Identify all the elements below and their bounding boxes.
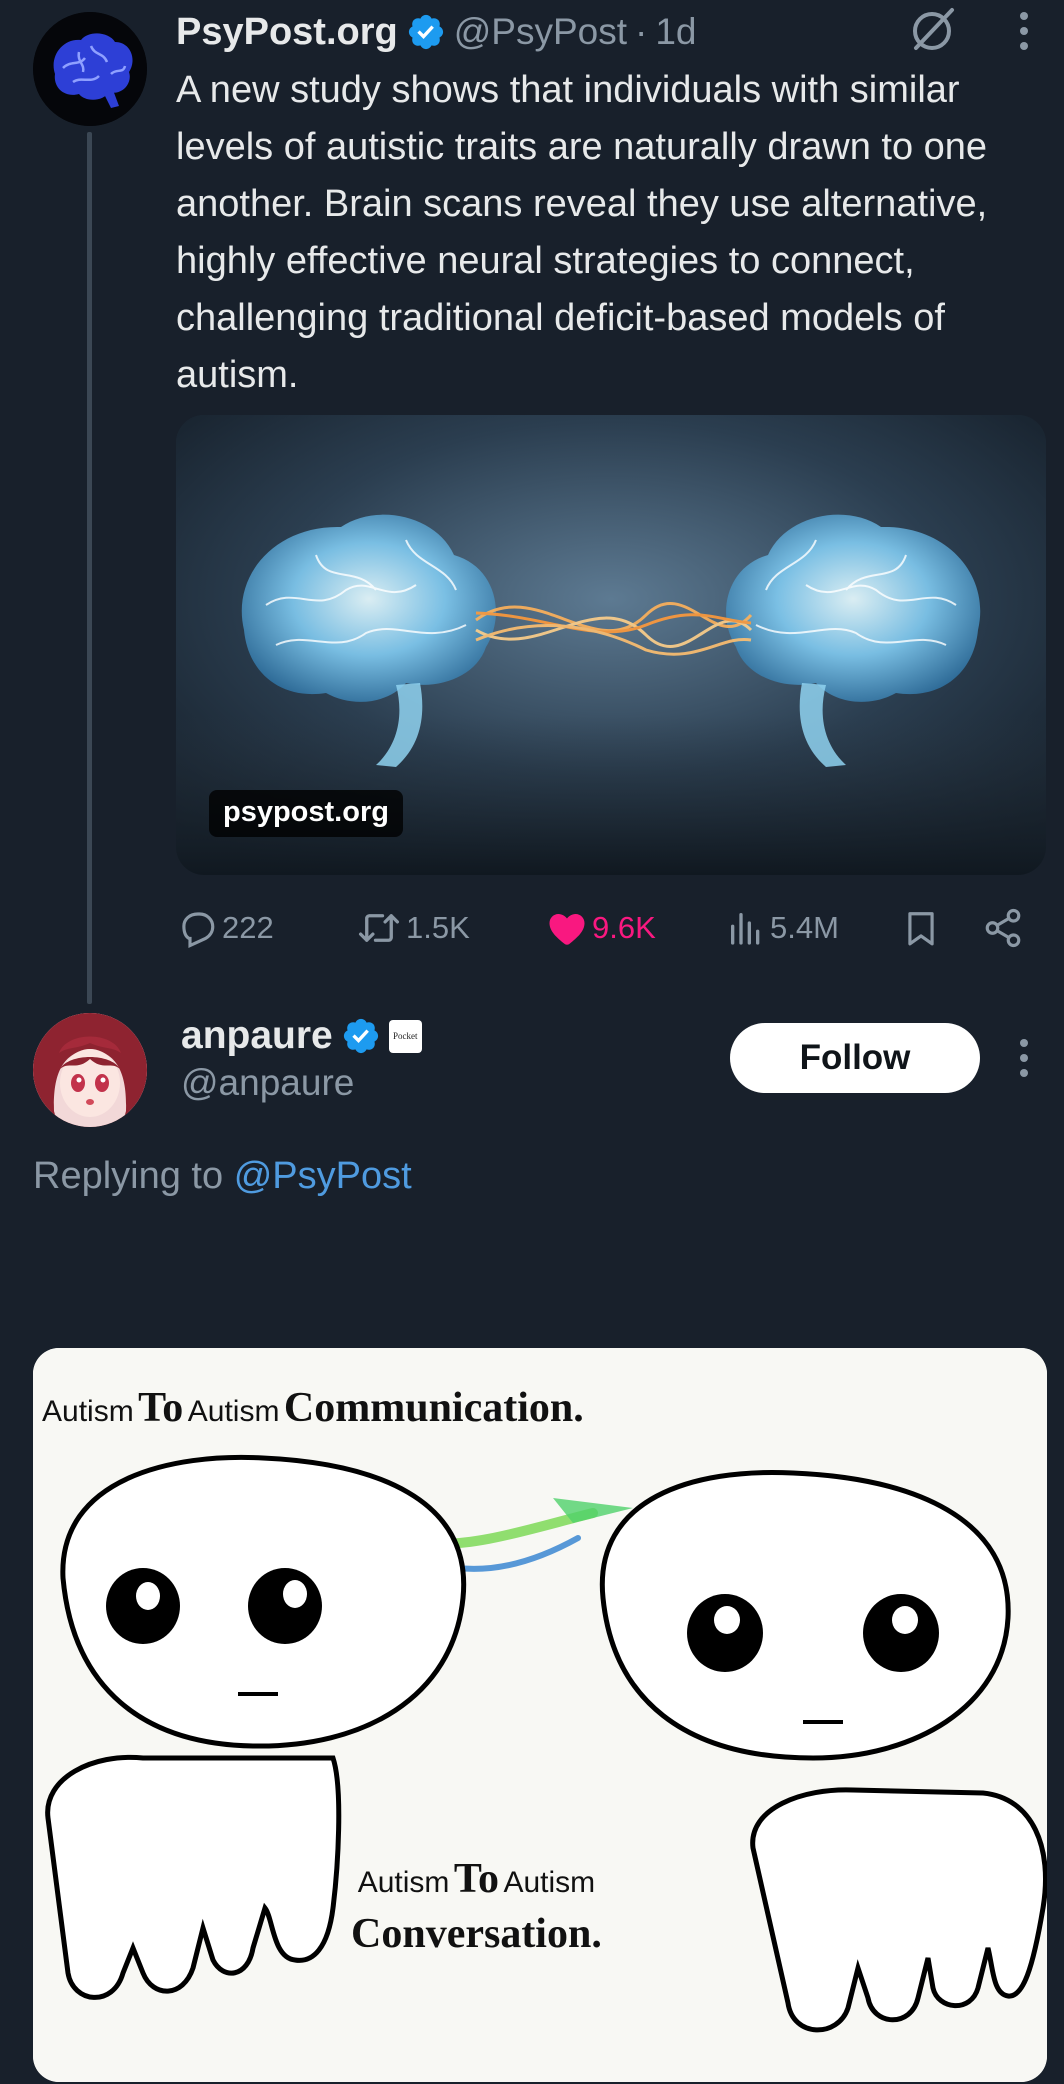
meme-drawing — [33, 1348, 1047, 2082]
like-button[interactable]: 9.6K — [546, 898, 656, 958]
anime-avatar-icon — [33, 1013, 147, 1127]
bookmark-icon — [908, 912, 934, 946]
more-options-icon[interactable] — [1009, 4, 1039, 58]
anpaure-avatar[interactable] — [33, 1013, 147, 1127]
repost-icon — [358, 914, 400, 942]
views-chart-icon — [731, 913, 760, 945]
tweet-header: PsyPost.org @PsyPost · 1d — [176, 6, 697, 58]
meme-caption-top: Autism To Autism Communication. — [42, 1384, 584, 1432]
affiliate-badge[interactable]: Pocket — [388, 1019, 422, 1053]
tweet-time[interactable]: 1d — [655, 11, 696, 53]
meme-word: Autism — [357, 1866, 450, 1899]
author-name[interactable]: PsyPost.org — [176, 11, 398, 54]
share-icon — [985, 908, 1021, 948]
meme-word: To — [453, 1856, 499, 1902]
verified-badge-icon — [408, 14, 443, 50]
heart-filled-icon — [549, 914, 585, 945]
meme-word: Autism — [42, 1395, 134, 1428]
like-count: 9.6K — [592, 910, 656, 945]
reply-button[interactable]: 222 — [176, 898, 274, 958]
replying-to: Replying to @PsyPost — [33, 1155, 412, 1198]
card-domain-label: psypost.org — [209, 790, 403, 837]
meme-caption-middle: Autism To Autism Conversation. — [351, 1856, 602, 1957]
reply-author-name[interactable]: anpaure — [181, 1014, 333, 1058]
meme-word: To — [138, 1385, 184, 1431]
share-button[interactable] — [982, 898, 1028, 958]
reply-author-handle[interactable]: @anpaure — [181, 1062, 354, 1104]
repost-button[interactable]: 1.5K — [356, 898, 470, 958]
psypost-avatar[interactable] — [33, 12, 147, 126]
meme-word: Autism — [503, 1866, 596, 1899]
views-button[interactable]: 5.4M — [726, 898, 839, 958]
replying-to-label: Replying to — [33, 1155, 224, 1197]
tweet-text: A new study shows that individuals with … — [176, 69, 988, 396]
reply-count: 222 — [222, 910, 274, 945]
meme-word: Conversation. — [351, 1911, 602, 1957]
brain-logo-icon — [33, 12, 147, 126]
meme-word: Communication. — [283, 1385, 584, 1431]
meme-word: Autism — [187, 1395, 280, 1428]
verified-badge-icon — [343, 1018, 378, 1054]
author-handle[interactable]: @PsyPost — [454, 11, 627, 53]
reply-icon — [182, 912, 215, 948]
separator-dot: · — [635, 11, 648, 52]
link-card[interactable]: psypost.org — [176, 415, 1046, 875]
grok-icon[interactable] — [908, 4, 958, 54]
reply-header: anpaure Pocket — [181, 1010, 422, 1062]
more-options-icon[interactable] — [1009, 1031, 1039, 1085]
replying-to-mention[interactable]: @PsyPost — [234, 1155, 412, 1197]
follow-button[interactable]: Follow — [730, 1023, 980, 1093]
repost-count: 1.5K — [406, 910, 470, 945]
bookmark-button[interactable] — [902, 898, 944, 958]
reply-meme-image[interactable]: Autism To Autism Communication. Autism T… — [33, 1348, 1047, 2082]
action-bar: 222 1.5K 9.6K 5.4M — [176, 898, 1056, 958]
view-count: 5.4M — [770, 910, 839, 945]
thread-line — [87, 132, 92, 1004]
